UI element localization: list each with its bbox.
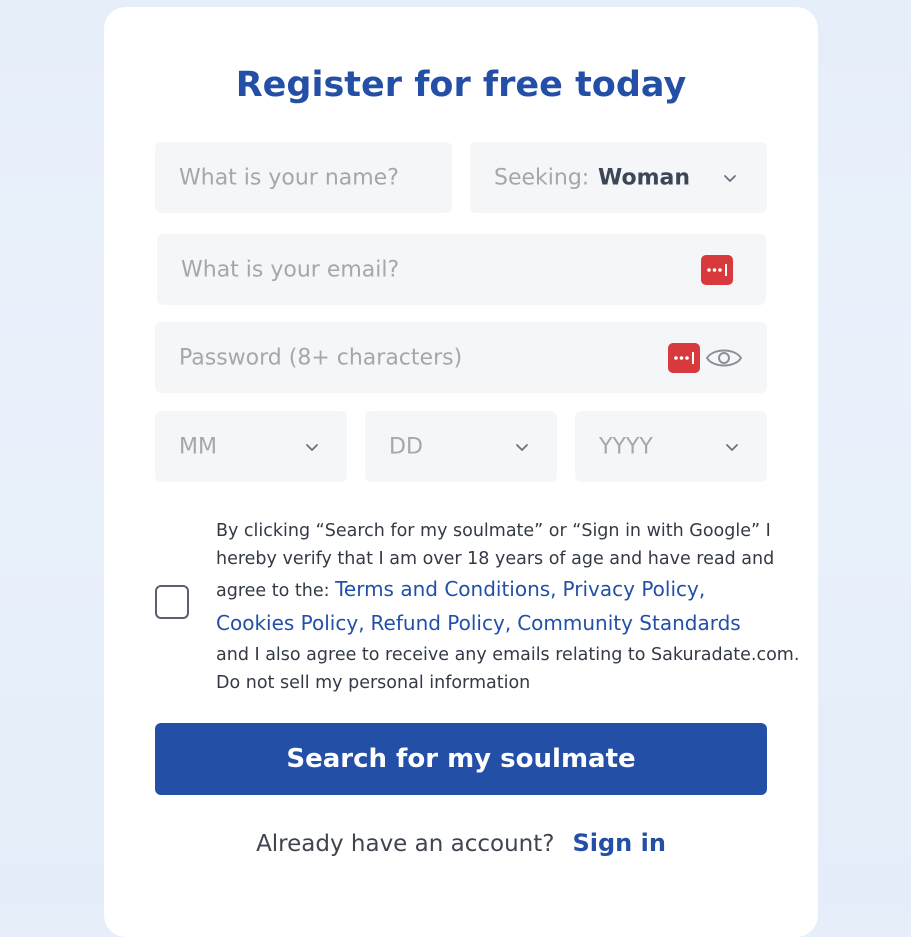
seeking-value: Woman — [598, 165, 691, 190]
sign-in-link[interactable]: Sign in — [572, 829, 665, 857]
page-title: Register for free today — [235, 65, 687, 105]
signin-prompt: Already have an account? Sign in — [104, 829, 818, 857]
seeking-select[interactable]: Seeking: Woman — [470, 142, 767, 213]
password-placeholder: Password (8+ characters) — [179, 345, 463, 370]
terms-line: By clicking “Search for my soulmate” or … — [216, 521, 771, 541]
eye-icon[interactable] — [705, 345, 743, 371]
registration-card: Register for free today What is your nam… — [104, 7, 818, 937]
chevron-down-icon — [726, 443, 738, 451]
month-placeholder: MM — [179, 434, 217, 459]
terms-line: hereby verify that I am over 18 years of… — [216, 549, 775, 569]
year-select[interactable]: YYYY — [575, 411, 767, 482]
terms-and-conditions-link[interactable]: Terms and Conditions, — [335, 577, 556, 601]
signin-question: Already have an account? — [256, 831, 555, 857]
day-placeholder: DD — [389, 434, 423, 459]
terms-line: and I also agree to receive any emails r… — [216, 645, 800, 665]
terms-line: agree to the: Terms and Conditions, Priva… — [216, 573, 786, 607]
password-manager-icon[interactable] — [668, 342, 700, 373]
community-standards-link[interactable]: Community Standards — [517, 611, 741, 635]
chevron-down-icon — [516, 443, 528, 451]
search-soulmate-button[interactable]: Search for my soulmate — [155, 723, 767, 795]
name-placeholder: What is your name? — [179, 165, 399, 190]
email-placeholder: What is your email? — [181, 257, 400, 282]
cookies-policy-link[interactable]: Cookies Policy, — [216, 611, 365, 635]
name-field[interactable]: What is your name? — [155, 142, 452, 213]
agree-checkbox[interactable] — [155, 585, 189, 619]
privacy-policy-link[interactable]: Privacy Policy, — [563, 577, 706, 601]
seeking-label: Seeking: — [494, 165, 590, 190]
month-select[interactable]: MM — [155, 411, 347, 482]
refund-policy-link[interactable]: Refund Policy, — [371, 611, 512, 635]
password-field[interactable]: Password (8+ characters) — [155, 322, 767, 393]
terms-line: Cookies Policy, Refund Policy, Community S… — [216, 607, 786, 641]
password-manager-icon[interactable] — [701, 254, 733, 285]
chevron-down-icon — [724, 174, 736, 182]
chevron-down-icon — [306, 443, 318, 451]
do-not-sell-link[interactable]: Do not sell my personal information — [216, 669, 786, 697]
day-select[interactable]: DD — [365, 411, 557, 482]
email-field[interactable]: What is your email? — [157, 234, 766, 305]
terms-line-prefix: agree to the: — [216, 581, 330, 601]
year-placeholder: YYYY — [599, 434, 653, 459]
terms-text: By clicking “Search for my soulmate” or … — [216, 517, 800, 697]
